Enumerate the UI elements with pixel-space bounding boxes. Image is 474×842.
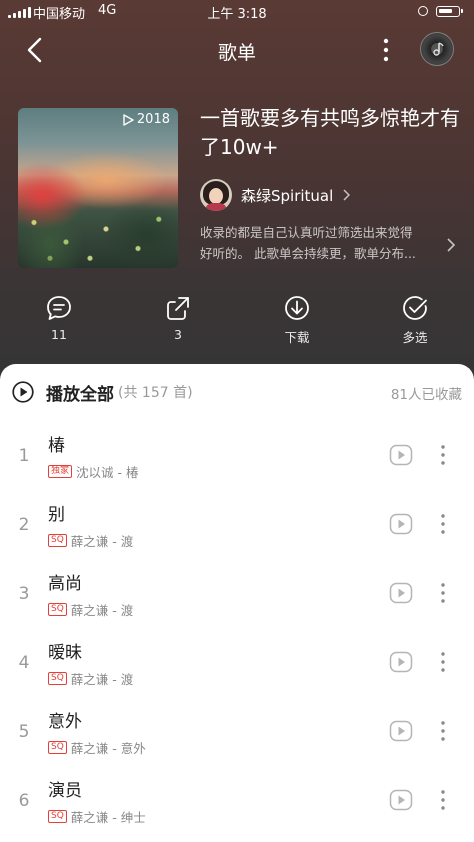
- playlist-title: 一首歌要多有共鸣多惊艳才有了10w+: [200, 106, 460, 159]
- multi-select-icon: [403, 296, 427, 320]
- mv-play-icon[interactable]: [389, 512, 413, 536]
- share-icon: [167, 297, 189, 320]
- track-artist-album: 薛之谦 - 渡: [70, 672, 134, 687]
- share-button[interactable]: 3: [138, 294, 218, 342]
- track-number: 4: [18, 653, 30, 673]
- sq-badge: SQ: [48, 672, 67, 685]
- track-meta: SQ 薛之谦 - 渡: [48, 600, 133, 619]
- track-number: 1: [18, 446, 30, 466]
- track-row[interactable]: 3 高尚 SQ 薛之谦 - 渡: [0, 564, 474, 632]
- track-title: 椿: [48, 436, 65, 456]
- download-icon: [285, 296, 309, 320]
- more-vertical-icon[interactable]: [435, 788, 451, 812]
- mv-play-icon[interactable]: [389, 650, 413, 674]
- multi-select-label: 多选: [402, 330, 428, 345]
- description-line: 好听的。 此歌单会持续更，歌单分布...: [200, 246, 416, 261]
- track-title: 别: [48, 505, 65, 525]
- download-button[interactable]: 下载: [257, 294, 337, 346]
- more-vertical-icon[interactable]: [435, 512, 451, 536]
- track-number: 2: [18, 515, 30, 535]
- vinyl-disc-icon: [433, 42, 444, 56]
- sq-badge: SQ: [48, 534, 67, 547]
- track-meta: SQ 薛之谦 - 意外: [48, 738, 146, 757]
- orientation-lock-icon: [418, 6, 428, 16]
- nav-bar: 歌单: [0, 24, 474, 76]
- track-artist-album: 薛之谦 - 意外: [70, 741, 146, 756]
- track-row[interactable]: 4 暧昧 SQ 薛之谦 - 渡: [0, 633, 474, 701]
- track-title: 暧昧: [48, 643, 82, 663]
- mv-play-icon[interactable]: [389, 443, 413, 467]
- cover-art: [18, 203, 178, 268]
- avatar: [200, 179, 232, 211]
- track-number: 3: [18, 584, 30, 604]
- collect-count: 81人已收藏: [390, 387, 462, 403]
- track-meta: SQ 薛之谦 - 渡: [48, 531, 133, 550]
- share-count: 3: [174, 327, 182, 342]
- sq-badge: SQ: [48, 741, 67, 754]
- play-count-value: 2018: [136, 112, 170, 127]
- battery-icon: [436, 6, 463, 17]
- mv-play-icon[interactable]: [389, 788, 413, 812]
- playlist-cover[interactable]: 2018: [18, 108, 178, 268]
- track-count: (共 157 首): [118, 385, 193, 401]
- more-vertical-icon[interactable]: [435, 443, 451, 467]
- chevron-right-icon[interactable]: [446, 237, 456, 253]
- play-count: 2018: [122, 112, 170, 127]
- exclusive-badge: 独家: [48, 465, 73, 478]
- track-number: 5: [18, 722, 30, 742]
- play-circle-icon: [12, 381, 34, 403]
- track-row[interactable]: 6 演员 SQ 薛之谦 - 绅士: [0, 771, 474, 839]
- track-meta: 独家 沈以诚 - 椿: [48, 462, 138, 481]
- sq-badge: SQ: [48, 603, 67, 616]
- play-all-label: 播放全部: [46, 384, 114, 405]
- mv-play-icon[interactable]: [389, 581, 413, 605]
- play-outline-icon: [123, 113, 134, 126]
- comment-count: 11: [51, 327, 67, 342]
- page-title: 歌单: [217, 42, 256, 64]
- track-artist-album: 薛之谦 - 绅士: [70, 810, 146, 825]
- track-title: 演员: [48, 781, 82, 801]
- more-vertical-icon[interactable]: [435, 719, 451, 743]
- chevron-right-icon: [343, 189, 351, 201]
- creator-name: 森绿Spiritual: [241, 186, 334, 205]
- track-title: 高尚: [48, 574, 82, 594]
- clock: 上午 3:18: [207, 7, 267, 22]
- action-bar: 11 3 下载 多选: [0, 294, 474, 352]
- creator-link[interactable]: 森绿Spiritual: [200, 178, 351, 212]
- more-vertical-icon[interactable]: [376, 36, 396, 64]
- multi-select-button[interactable]: 多选: [375, 294, 455, 346]
- now-playing-button[interactable]: [420, 32, 454, 66]
- track-row[interactable]: 1 椿 独家 沈以诚 - 椿: [0, 426, 474, 494]
- track-meta: SQ 薛之谦 - 渡: [48, 669, 133, 688]
- mv-play-icon[interactable]: [389, 719, 413, 743]
- status-bar: 中国移动 4G 上午 3:18: [0, 0, 474, 24]
- playlist-header: 中国移动 4G 上午 3:18 歌单 2018 一首歌要多有共鸣多惊艳才有了10…: [0, 0, 474, 380]
- track-artist-album: 沈以诚 - 椿: [76, 465, 139, 480]
- track-number: 6: [18, 791, 30, 811]
- comment-icon: [47, 296, 71, 320]
- play-all-button[interactable]: 播放全部 (共 157 首): [12, 379, 193, 405]
- track-title: 意外: [48, 712, 82, 732]
- download-label: 下载: [284, 330, 310, 345]
- track-list-panel: 播放全部 (共 157 首) 81人已收藏 1 椿 独家 沈以诚 - 椿 2 别…: [0, 364, 474, 842]
- more-vertical-icon[interactable]: [435, 650, 451, 674]
- track-artist-album: 薛之谦 - 渡: [70, 534, 134, 549]
- more-vertical-icon[interactable]: [435, 581, 451, 605]
- track-meta: SQ 薛之谦 - 绅士: [48, 807, 146, 826]
- sq-badge: SQ: [48, 810, 67, 823]
- playlist-description[interactable]: 收录的都是自己认真听过筛选出来觉得 好听的。 此歌单会持续更，歌单分布...: [200, 222, 444, 264]
- track-artist-album: 薛之谦 - 渡: [70, 603, 134, 618]
- track-row[interactable]: 2 别 SQ 薛之谦 - 渡: [0, 495, 474, 563]
- track-row[interactable]: 5 意外 SQ 薛之谦 - 意外: [0, 702, 474, 770]
- description-line: 收录的都是自己认真听过筛选出来觉得: [200, 225, 413, 240]
- comment-button[interactable]: 11: [19, 294, 99, 342]
